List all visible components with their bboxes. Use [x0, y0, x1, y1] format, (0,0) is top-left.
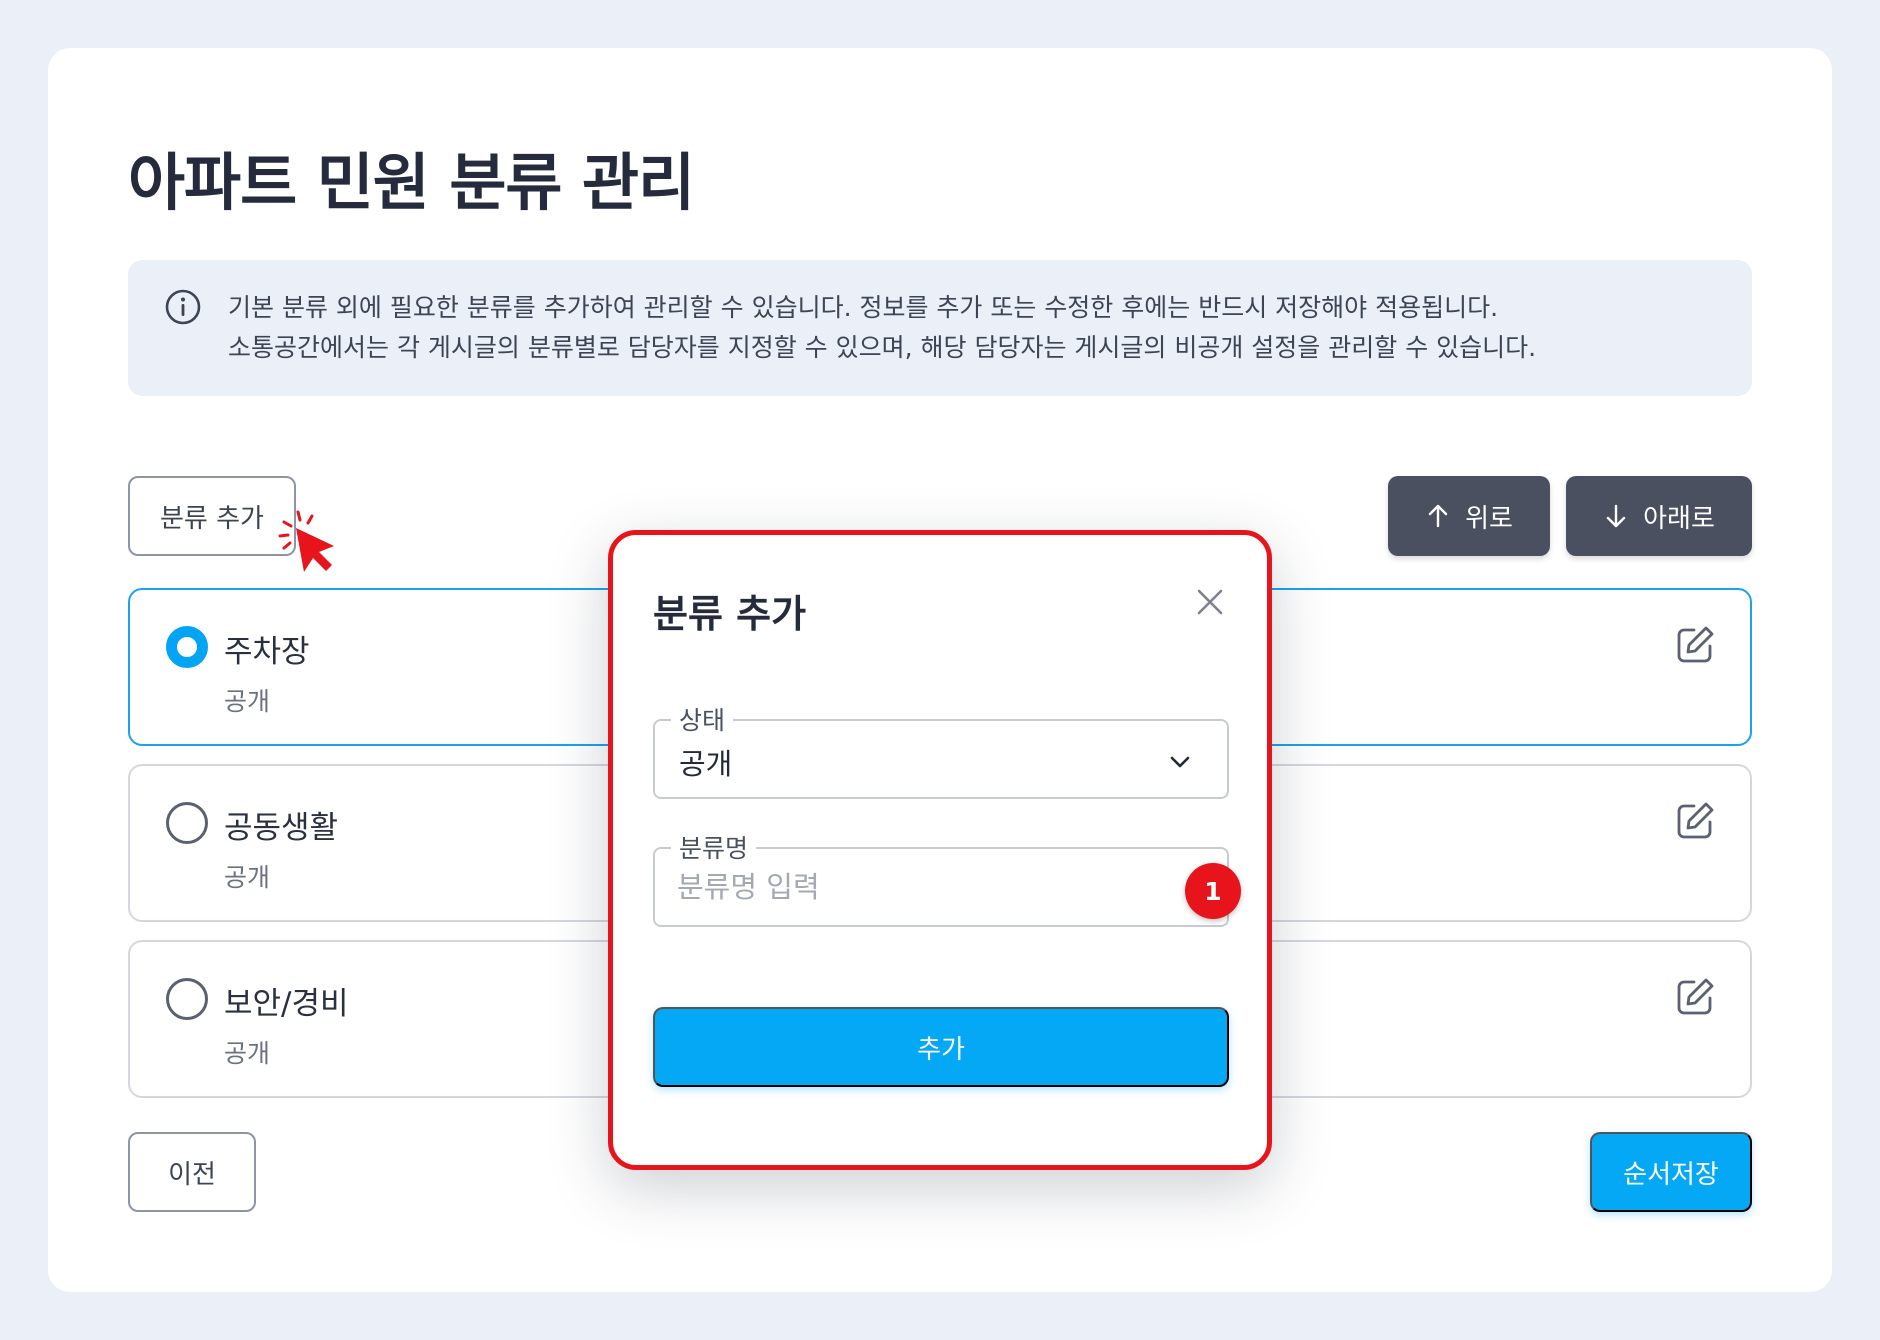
arrow-down-icon [1606, 504, 1626, 528]
add-submit-button[interactable]: 추가 [653, 1007, 1229, 1087]
add-category-modal: 분류 추가 상태 공개 분류명 1 추가 [608, 530, 1272, 1170]
status-select[interactable]: 상태 공개 [653, 701, 1229, 799]
click-cursor-icon [278, 510, 334, 572]
info-notice: 기본 분류 외에 필요한 분류를 추가하여 관리할 수 있습니다. 정보를 추가… [128, 260, 1752, 396]
save-order-button[interactable]: 순서저장 [1590, 1132, 1752, 1212]
category-status: 공개 [224, 863, 271, 892]
category-name: 공동생활 [224, 810, 339, 846]
prev-button[interactable]: 이전 [128, 1132, 256, 1212]
category-radio[interactable] [166, 978, 208, 1020]
close-icon[interactable] [1193, 585, 1227, 619]
category-name-field[interactable]: 분류명 [653, 829, 1229, 927]
add-category-button[interactable]: 분류 추가 [128, 476, 296, 556]
edit-icon[interactable] [1674, 624, 1716, 666]
info-text-line-1: 기본 분류 외에 필요한 분류를 추가하여 관리할 수 있습니다. 정보를 추가… [228, 293, 1499, 322]
category-name: 주차장 [224, 634, 310, 670]
category-name-label: 분류명 [671, 829, 757, 865]
info-icon [165, 289, 201, 325]
arrow-up-icon [1428, 504, 1448, 528]
info-text-line-2: 소통공간에서는 각 게시글의 분류별로 담당자를 지정할 수 있으며, 해당 담… [228, 333, 1537, 362]
step-badge: 1 [1185, 863, 1241, 919]
move-down-button[interactable]: 아래로 [1566, 476, 1752, 556]
page-title: 아파트 민원 분류 관리 [128, 146, 695, 219]
status-label: 상태 [671, 701, 734, 737]
category-status: 공개 [224, 687, 271, 716]
status-value: 공개 [679, 747, 733, 781]
edit-icon[interactable] [1674, 976, 1716, 1018]
move-up-label: 위로 [1465, 503, 1513, 534]
category-name-input[interactable] [677, 863, 1137, 911]
category-radio-selected[interactable] [166, 626, 208, 668]
move-down-label: 아래로 [1643, 503, 1715, 534]
category-radio[interactable] [166, 802, 208, 844]
chevron-down-icon [1170, 756, 1190, 768]
edit-icon[interactable] [1674, 800, 1716, 842]
category-status: 공개 [224, 1039, 271, 1068]
category-name: 보안/경비 [224, 986, 349, 1022]
move-up-button[interactable]: 위로 [1388, 476, 1550, 556]
modal-title: 분류 추가 [653, 592, 807, 636]
